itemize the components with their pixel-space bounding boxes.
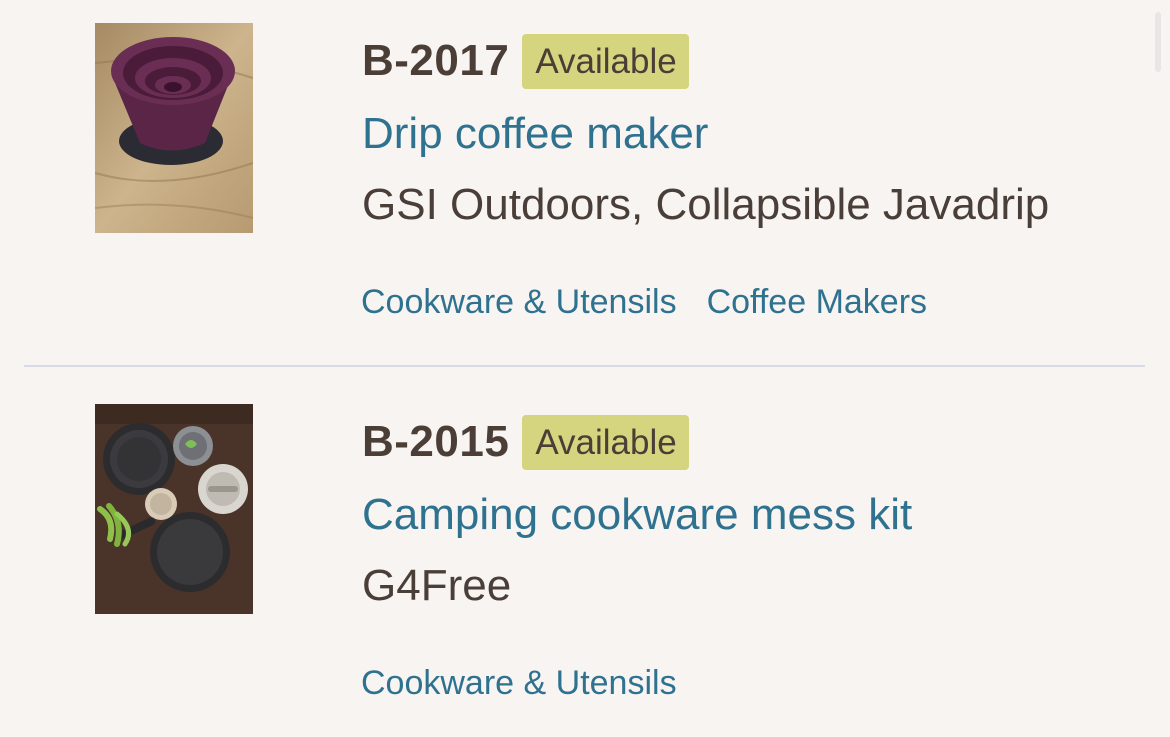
tag-cookware-utensils[interactable]: Cookware & Utensils <box>361 285 677 319</box>
tag-list: Cookware & Utensils Coffee Makers <box>361 285 927 319</box>
status-badge: Available <box>522 414 689 470</box>
item-title-link[interactable]: Drip coffee maker <box>362 112 708 156</box>
tag-cookware-utensils[interactable]: Cookware & Utensils <box>361 666 677 700</box>
divider <box>24 365 1145 367</box>
product-thumbnail[interactable] <box>95 404 253 614</box>
item-header: B-2017 Available <box>362 31 689 91</box>
tag-list: Cookware & Utensils <box>361 666 677 700</box>
item-code: B-2017 <box>362 36 510 85</box>
status-badge: Available <box>522 33 689 89</box>
item-title-link[interactable]: Camping cookware mess kit <box>362 493 912 537</box>
list-item[interactable]: B-2015 Available Camping cookware mess k… <box>0 368 1170 737</box>
item-brand: GSI Outdoors, Collapsible Javadrip <box>362 180 1050 229</box>
item-code: B-2015 <box>362 417 510 466</box>
scrollbar[interactable] <box>1155 12 1161 72</box>
item-header: B-2015 Available <box>362 412 689 472</box>
mess-kit-image <box>95 404 253 614</box>
list-item[interactable]: B-2017 Available Drip coffee maker GSI O… <box>0 0 1170 366</box>
item-brand: G4Free <box>362 561 512 610</box>
coffee-maker-image <box>95 23 253 233</box>
product-thumbnail[interactable] <box>95 23 253 233</box>
tag-coffee-makers[interactable]: Coffee Makers <box>707 285 927 319</box>
